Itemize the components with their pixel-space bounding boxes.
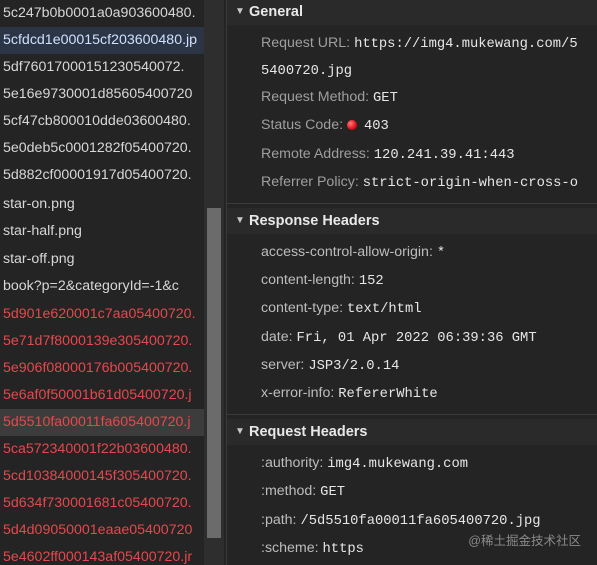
devtools-network-panel: 5c247b0b0001a0a903600480. 5cfdcd1e00015c…	[0, 0, 597, 565]
field-value: 5400720.jpg	[261, 64, 353, 79]
request-row[interactable]: 5df76017000151230540072.	[0, 54, 204, 81]
request-row[interactable]: 5cd10384000145f305400720.	[0, 463, 204, 490]
section-response-headers-header[interactable]: ▼ Response Headers	[227, 208, 597, 234]
header-name: content-type:	[261, 300, 344, 316]
request-row[interactable]: 5d634f730001681c05400720.	[0, 490, 204, 517]
request-row-selected[interactable]: 5d5510fa00011fa605400720.j	[0, 409, 204, 436]
field-value: https://img4.mukewang.com/5	[354, 37, 578, 52]
request-row[interactable]: star-half.png	[0, 218, 204, 245]
request-row[interactable]: 5ca572340001f22b03600480.	[0, 436, 204, 463]
general-request-method: Request Method: GET	[261, 84, 398, 111]
request-header-row: :scheme: https	[261, 535, 364, 562]
request-row[interactable]: 5cfdcd1e00015cf203600480.jp	[0, 27, 204, 54]
request-row[interactable]: book?p=2&categoryId=-1&c	[0, 273, 204, 300]
request-row[interactable]: star-off.png	[0, 246, 204, 273]
header-value: img4.mukewang.com	[327, 457, 469, 472]
general-request-url-continued: 5400720.jpg	[261, 57, 352, 84]
collapse-triangle-icon[interactable]: ▼	[235, 0, 245, 25]
request-row[interactable]: 5cf47cb800010dde03600480.	[0, 108, 204, 135]
watermark: @稀土掘金技术社区	[468, 534, 581, 548]
collapse-triangle-icon[interactable]: ▼	[235, 419, 245, 445]
request-header-row: :authority: img4.mukewang.com	[261, 450, 468, 477]
response-header-row: content-length: 152	[261, 267, 384, 294]
section-title: General	[249, 4, 303, 20]
header-value: https	[322, 542, 364, 557]
header-value: RefererWhite	[338, 387, 438, 402]
header-name: content-length:	[261, 272, 355, 288]
scrollbar-thumb[interactable]	[207, 208, 221, 538]
response-header-row: server: JSP3/2.0.14	[261, 352, 399, 379]
request-row[interactable]: 5e906f08000176b005400720.	[0, 355, 204, 382]
status-error-dot-icon	[346, 120, 357, 130]
request-header-row: :method: GET	[261, 478, 345, 505]
header-value: GET	[320, 485, 346, 500]
response-header-row: access-control-allow-origin: *	[261, 239, 445, 266]
header-value: JSP3/2.0.14	[308, 359, 400, 374]
request-row[interactable]: 5e71d7f8000139e305400720.	[0, 328, 204, 355]
request-list: 5c247b0b0001a0a903600480. 5cfdcd1e00015c…	[0, 0, 204, 565]
field-value: GET	[373, 91, 398, 106]
field-value: strict-origin-when-cross-o	[362, 176, 578, 191]
request-row[interactable]: 5d901e620001c7aa05400720.	[0, 301, 204, 328]
field-value: 403	[363, 119, 389, 134]
request-list-scrollbar[interactable]	[204, 0, 224, 565]
divider	[227, 203, 597, 204]
header-name: access-control-allow-origin:	[261, 244, 433, 260]
field-label: Remote Address:	[261, 146, 370, 162]
request-row[interactable]: 5c247b0b0001a0a903600480.	[0, 0, 204, 27]
header-name: :authority:	[261, 455, 324, 471]
response-header-row: content-type: text/html	[261, 295, 422, 322]
request-row[interactable]: 5e0deb5c0001282f05400720.	[0, 135, 204, 162]
request-row[interactable]: 5e16e9730001d85605400720	[0, 81, 204, 108]
collapse-triangle-icon[interactable]: ▼	[235, 208, 245, 234]
request-row[interactable]: 5e4602ff000143af05400720.jr	[0, 544, 204, 565]
general-status-code: Status Code: 403	[261, 112, 389, 139]
field-label: Request URL:	[261, 35, 351, 51]
header-name: :method:	[261, 483, 317, 499]
header-value: *	[436, 246, 446, 261]
field-label: Status Code:	[261, 117, 344, 133]
request-row[interactable]: 5d4d09050001eaae05400720	[0, 517, 204, 544]
header-name: :scheme:	[261, 540, 319, 556]
field-value: 120.241.39.41:443	[373, 148, 515, 163]
field-label: Request Method:	[261, 89, 370, 105]
request-row[interactable]: star-on.png	[0, 191, 204, 218]
request-details: ▼ General Request URL: https://img4.muke…	[226, 0, 597, 565]
header-value: 152	[358, 274, 384, 289]
header-name: date:	[261, 329, 293, 345]
field-label: Referrer Policy:	[261, 174, 359, 190]
divider	[227, 414, 597, 415]
header-name: :path:	[261, 512, 297, 528]
response-header-row: date: Fri, 01 Apr 2022 06:39:36 GMT	[261, 324, 537, 351]
section-title: Request Headers	[249, 424, 368, 440]
header-name: server:	[261, 357, 305, 373]
section-general-header[interactable]: ▼ General	[227, 0, 597, 25]
general-referrer-policy: Referrer Policy: strict-origin-when-cros…	[261, 169, 578, 196]
response-header-row: x-error-info: RefererWhite	[261, 380, 438, 407]
header-value: Fri, 01 Apr 2022 06:39:36 GMT	[296, 331, 537, 346]
section-title: Response Headers	[249, 213, 380, 229]
request-row[interactable]: 5d882cf00001917d05400720.	[0, 162, 204, 189]
header-name: x-error-info:	[261, 385, 335, 401]
header-value: /5d5510fa00011fa605400720.jpg	[300, 514, 541, 529]
header-value: text/html	[346, 302, 422, 317]
general-request-url: Request URL: https://img4.mukewang.com/5	[261, 30, 578, 57]
general-remote-address: Remote Address: 120.241.39.41:443	[261, 141, 515, 168]
request-row[interactable]: 5e6af0f50001b61d05400720.j	[0, 382, 204, 409]
section-request-headers-header[interactable]: ▼ Request Headers	[227, 419, 597, 445]
